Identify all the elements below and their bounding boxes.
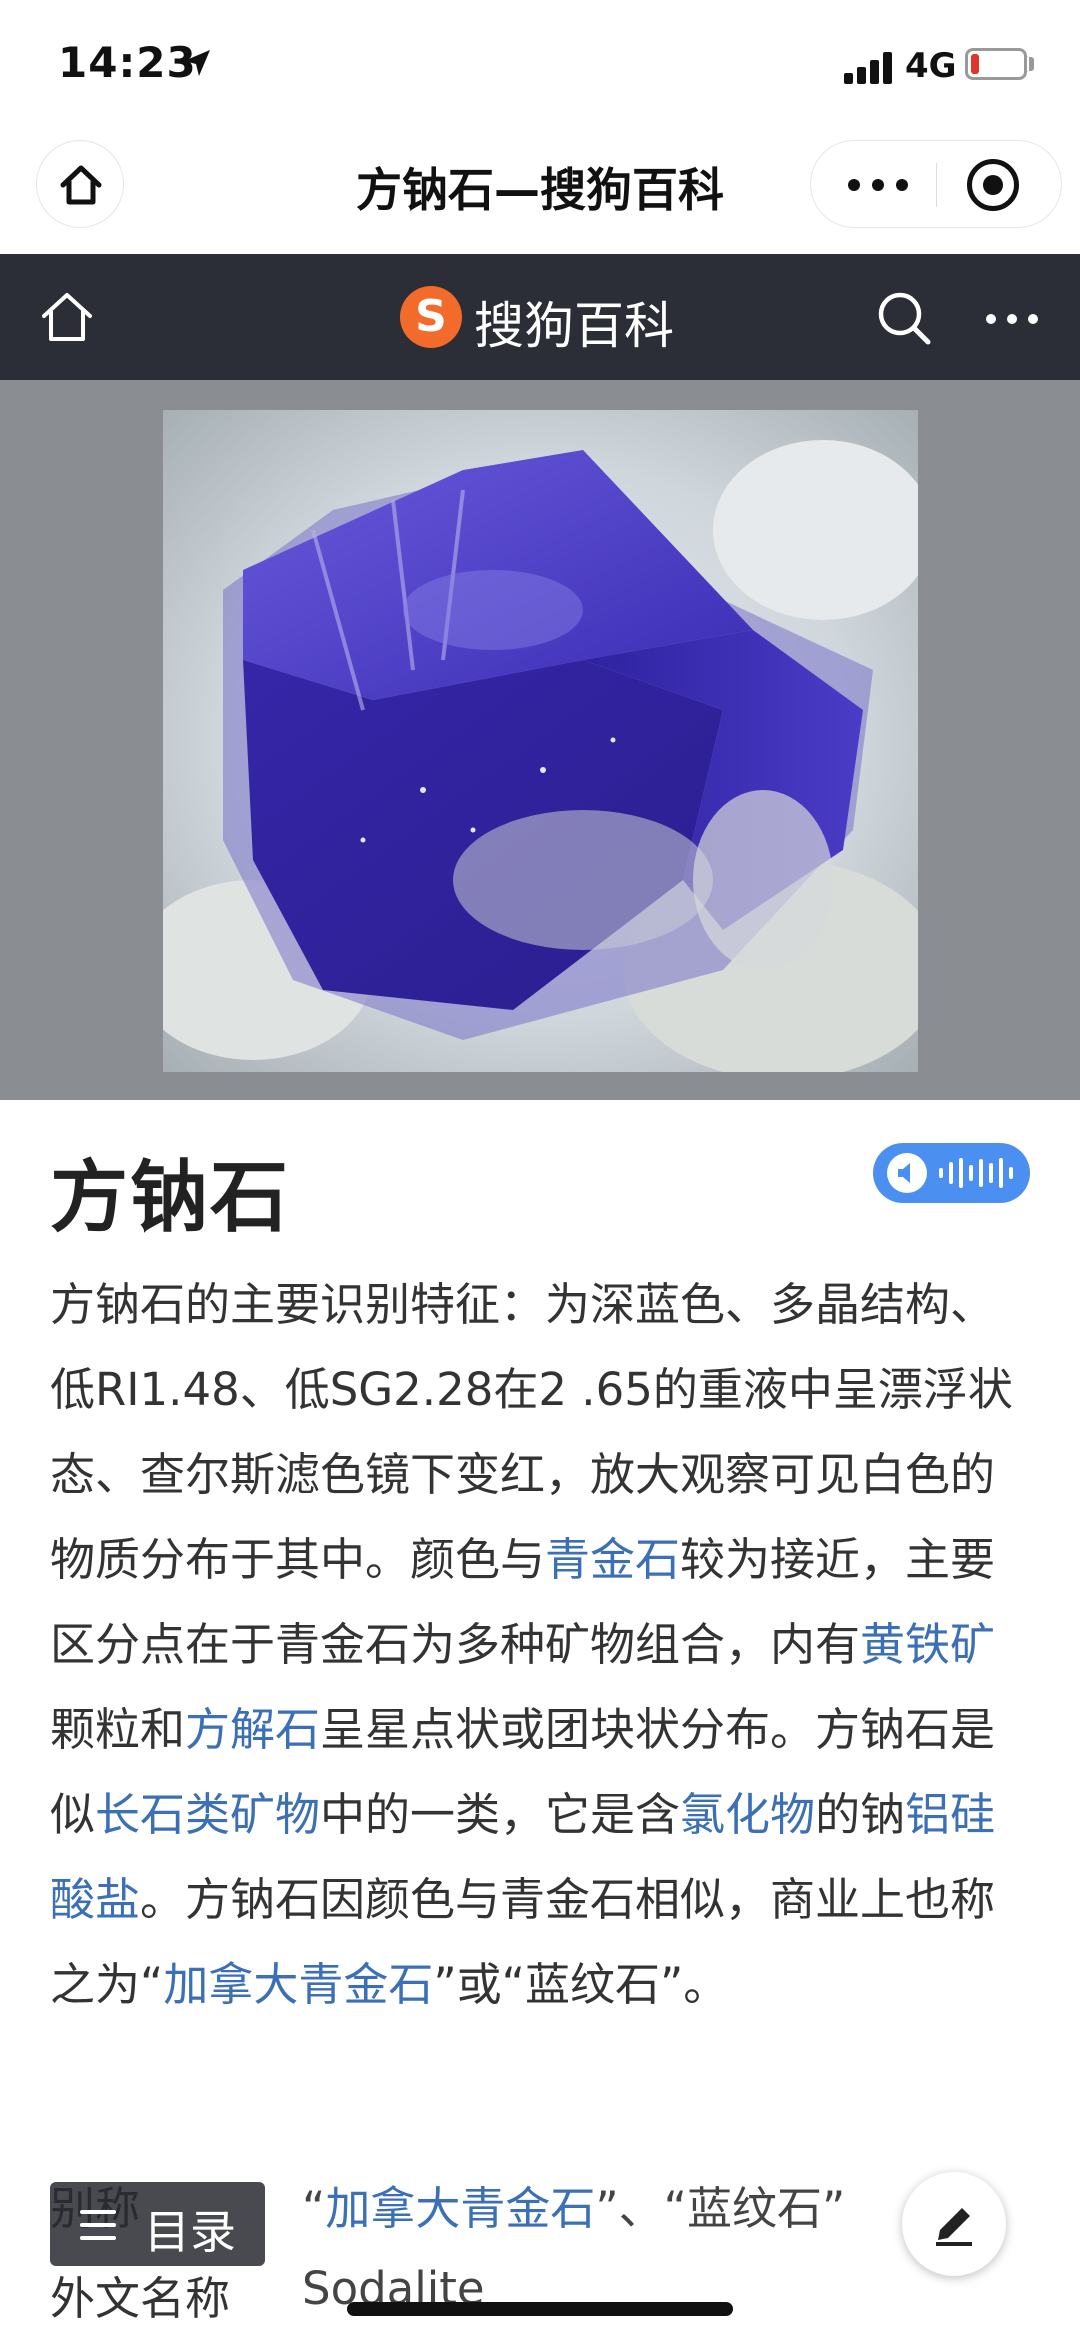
audio-play-button[interactable]	[873, 1143, 1030, 1203]
sogou-baike-logo[interactable]: S 搜狗百科	[400, 282, 700, 355]
article-text: 的钠	[815, 1788, 906, 1841]
battery-cap	[1029, 57, 1034, 71]
hero-image-area	[0, 380, 1080, 1100]
alias-link[interactable]: 加拿大青金石	[325, 2182, 595, 2235]
home-indicator	[347, 2302, 733, 2316]
info-row-alias	[50, 1432, 1030, 1492]
status-time: 14:23	[58, 38, 197, 87]
wx-home-button[interactable]	[36, 140, 124, 228]
article-link[interactable]: 加拿大青金石	[163, 1958, 433, 2011]
toc-label: 目录	[144, 2205, 236, 2259]
more-dots-icon[interactable]	[980, 288, 1044, 348]
battery-icon	[965, 48, 1027, 80]
article-link[interactable]: 氯化物	[680, 1788, 815, 1841]
edit-button[interactable]	[902, 2172, 1006, 2276]
wx-capsule	[810, 140, 1062, 228]
home-icon	[60, 165, 102, 205]
article-text: 中的一类，它是含	[320, 1788, 681, 1841]
logo-badge: S	[400, 286, 462, 348]
article-text: ”或“蓝纹石”。	[433, 1958, 729, 2011]
article-text: 颗粒和	[50, 1703, 186, 1756]
article-link[interactable]: 方解石	[185, 1703, 320, 1756]
network-type: 4G	[905, 46, 957, 86]
article-link[interactable]: 黄铁矿	[860, 1618, 995, 1671]
menu-lines-icon	[80, 2210, 116, 2240]
battery-level	[971, 54, 979, 74]
pencil-icon	[936, 2208, 972, 2246]
close-circle-icon[interactable]	[967, 159, 1019, 211]
audio-wave-icon	[939, 1155, 1019, 1191]
page-title: 方钠石—搜狗百科	[356, 163, 724, 217]
location-arrow-icon	[184, 50, 210, 76]
article-title: 方钠石	[50, 1153, 291, 1243]
capsule-divider	[936, 163, 937, 207]
cellular-signal-icon	[844, 50, 894, 84]
logo-text: 搜狗百科	[474, 297, 674, 355]
info-label-foreign-name: 外文名称	[50, 2272, 231, 2325]
toc-button[interactable]: 目录	[50, 2182, 265, 2266]
site-header: S 搜狗百科	[0, 254, 1080, 380]
article-paragraph: 方钠石的主要识别特征：为深蓝色、多晶结构、低RI1.48、低SG2.28在2 .…	[50, 1262, 1030, 2027]
speaker-icon	[887, 1153, 927, 1193]
info-value-alias: “加拿大青金石”、“蓝纹石”	[302, 2182, 846, 2235]
home-icon[interactable]	[38, 288, 96, 346]
article-link[interactable]: 长石类矿物	[95, 1788, 320, 1841]
article-link[interactable]: 青金石	[545, 1533, 680, 1586]
status-bar: 14:23 4G	[0, 0, 1080, 130]
miniprogram-title-bar: 方钠石—搜狗百科	[0, 130, 1080, 254]
sodalite-crystal-photo[interactable]	[163, 410, 918, 1072]
more-dots-icon[interactable]	[833, 141, 923, 227]
search-icon[interactable]	[874, 288, 934, 348]
